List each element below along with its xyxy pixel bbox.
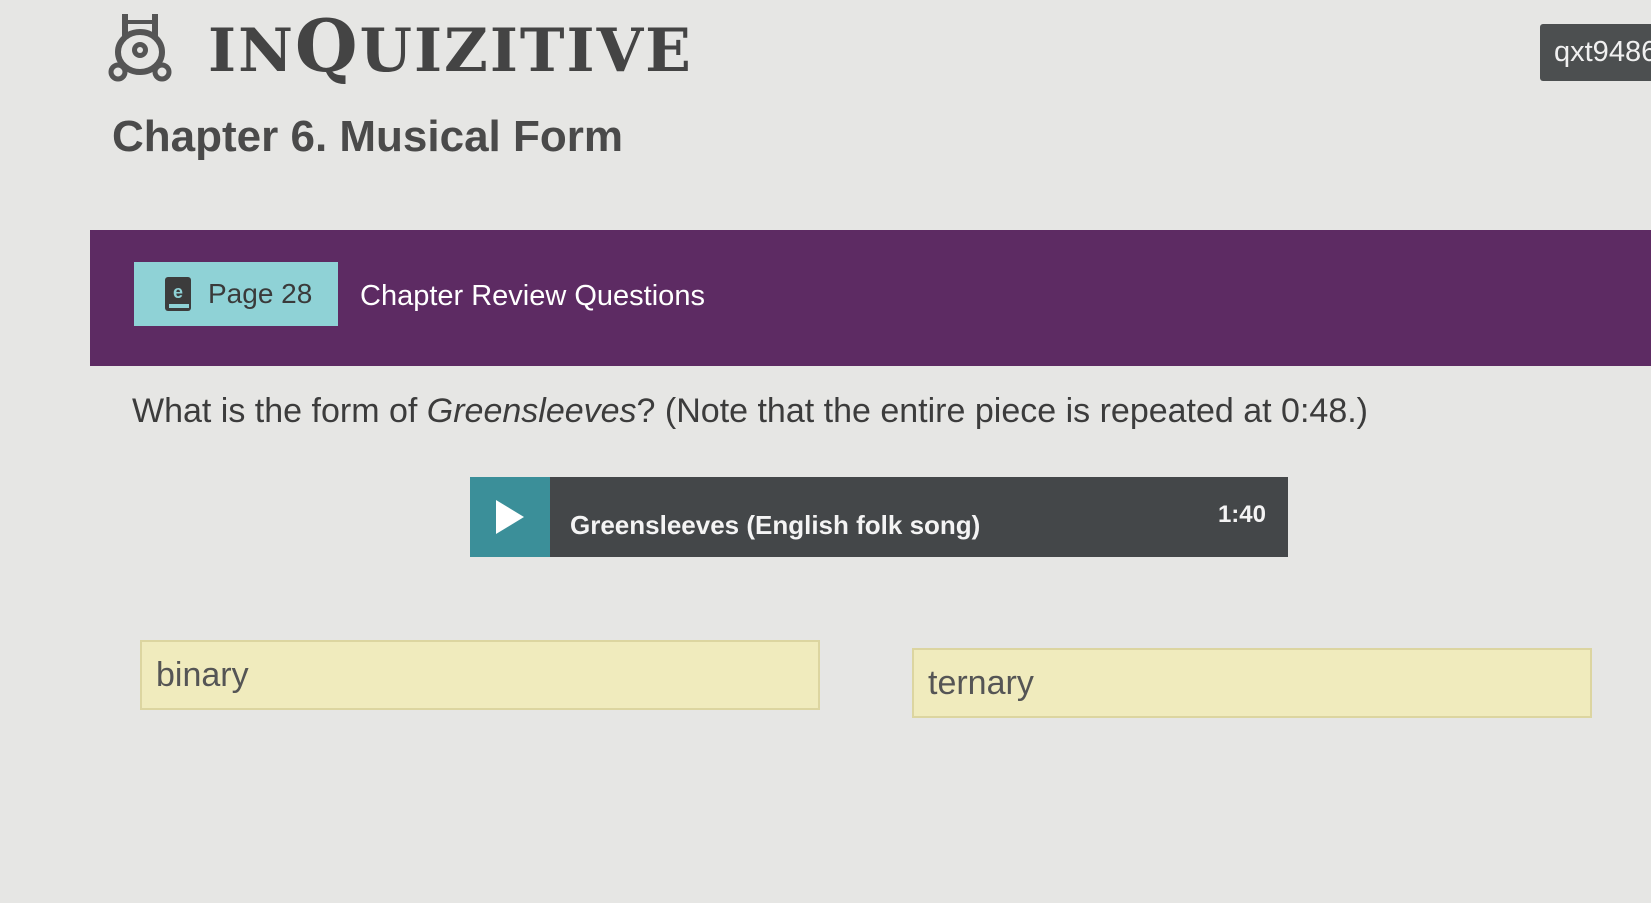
play-icon xyxy=(496,500,524,534)
answer-option-binary[interactable]: binary xyxy=(140,640,820,710)
app-logo: INQUIZITIVE xyxy=(108,10,693,82)
track-title: Greensleeves (English folk song) xyxy=(570,509,981,540)
svg-text:e: e xyxy=(173,282,183,302)
play-button[interactable] xyxy=(470,477,550,557)
section-title: Chapter Review Questions xyxy=(360,280,705,312)
question-text: What is the form of Greensleeves? (Note … xyxy=(132,392,1368,430)
app-name: INQUIZITIVE xyxy=(208,3,693,88)
page-label: Page 28 xyxy=(208,278,313,309)
ebook-icon: e xyxy=(165,277,191,311)
chapter-title: Chapter 6. Musical Form xyxy=(112,112,624,161)
question-piece-title: Greensleeves xyxy=(426,392,637,430)
user-badge[interactable]: qxt9486 xyxy=(1540,24,1651,81)
answer-option-ternary[interactable]: ternary xyxy=(912,648,1592,718)
ebook-page-link[interactable]: e Page 28 xyxy=(134,262,338,326)
track-duration: 1:40 xyxy=(1217,501,1266,528)
owl-logo-icon xyxy=(108,14,172,82)
audio-player: Greensleeves (English folk song) 1:40 xyxy=(470,477,1288,557)
